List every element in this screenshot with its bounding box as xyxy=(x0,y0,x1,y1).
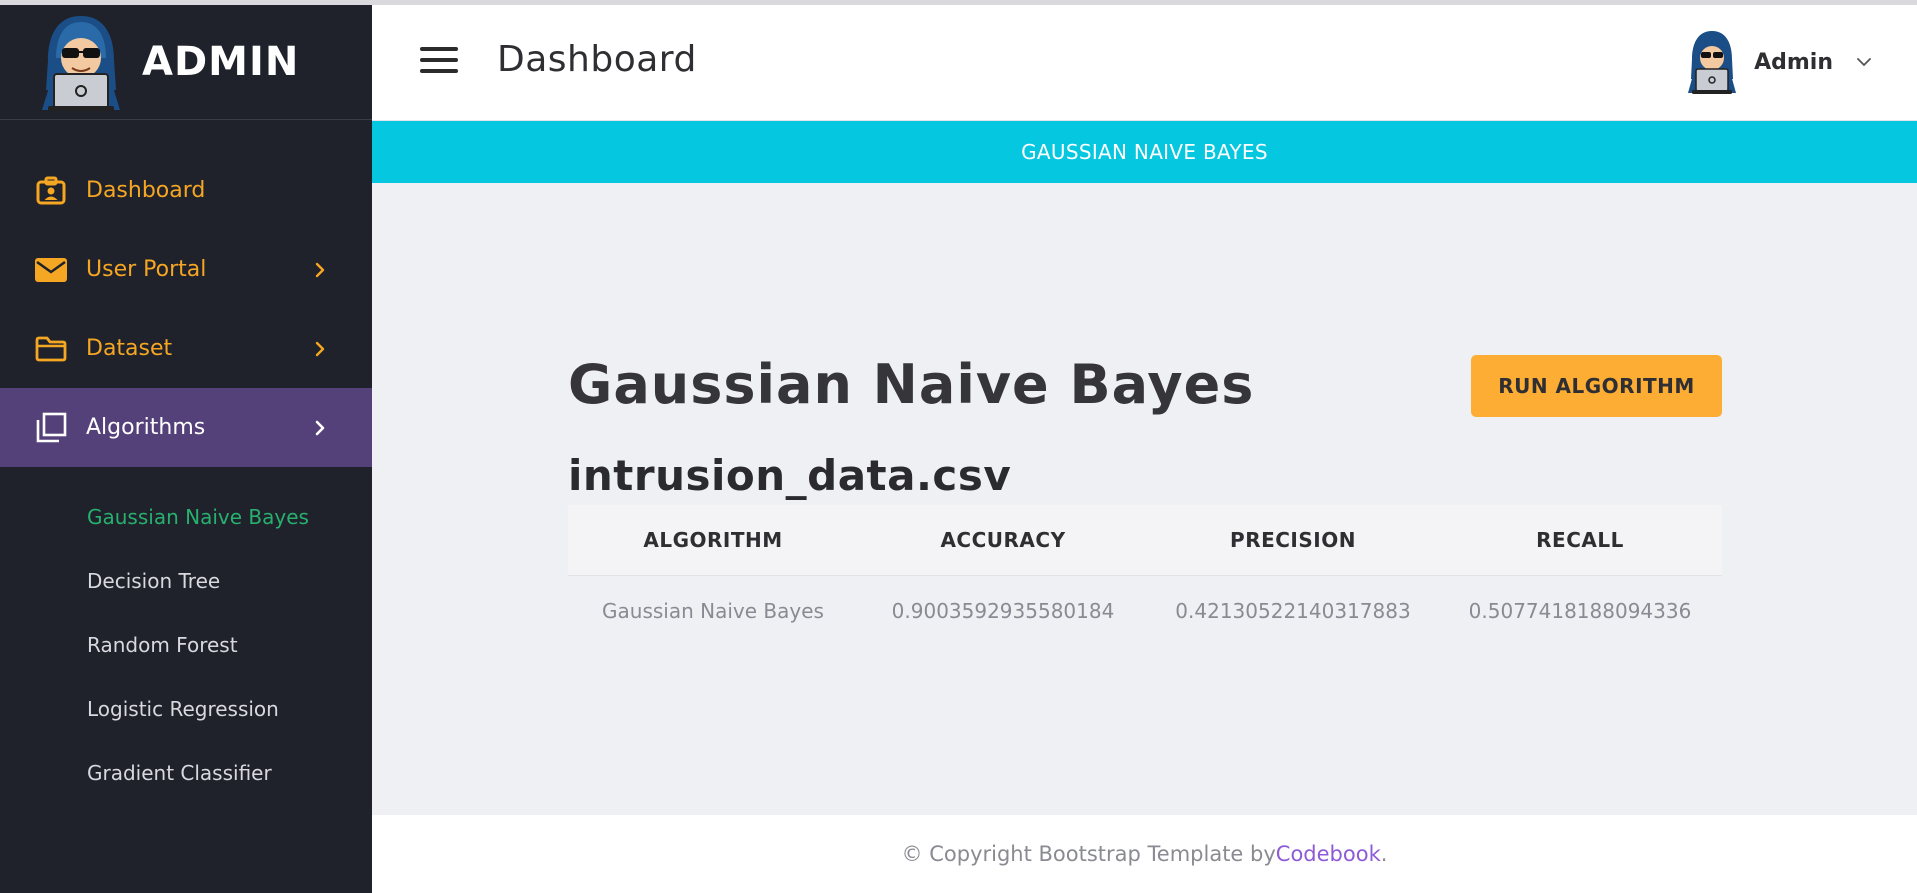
sidebar-item-dashboard[interactable]: Dashboard xyxy=(0,151,372,230)
page-title: Dashboard xyxy=(497,39,697,80)
top-header: Dashboard Admin xyxy=(372,5,1917,121)
footer-copyright: © Copyright Bootstrap Template by xyxy=(901,842,1276,866)
sidebar-subitem-logistic-regression[interactable]: Logistic Regression xyxy=(0,677,372,741)
hamburger-icon[interactable] xyxy=(420,47,458,77)
chevron-right-icon xyxy=(315,420,325,435)
table-row: Gaussian Naive Bayes 0.9003592935580184 … xyxy=(568,575,1722,647)
sidebar-menu: Dashboard User Portal Dataset Algorithms… xyxy=(0,151,372,805)
column-header-accuracy: ACCURACY xyxy=(940,527,1066,552)
copy-icon xyxy=(34,411,68,445)
user-avatar xyxy=(1688,31,1737,94)
page-banner: GAUSSIAN NAIVE BAYES xyxy=(372,121,1917,183)
user-menu[interactable]: Admin xyxy=(1684,27,1873,97)
cell-accuracy: 0.9003592935580184 xyxy=(891,599,1115,624)
sidebar-item-label: Dashboard xyxy=(86,178,206,203)
footer-suffix: . xyxy=(1380,842,1388,866)
hacker-logo-icon xyxy=(42,16,120,111)
sidebar-subitem-random-forest[interactable]: Random Forest xyxy=(0,613,372,677)
sidebar-item-algorithms[interactable]: Algorithms xyxy=(0,388,372,467)
folder-icon xyxy=(34,332,68,366)
column-header-precision: PRECISION xyxy=(1230,527,1356,552)
main-content: Gaussian Naive Bayes RUN ALGORITHM intru… xyxy=(372,183,1917,815)
algorithm-title: Gaussian Naive Bayes xyxy=(568,353,1255,416)
column-header-algorithm: ALGORITHM xyxy=(643,527,783,552)
sidebar-item-dataset[interactable]: Dataset xyxy=(0,309,372,388)
brand-title: ADMIN xyxy=(142,39,300,85)
footer-codebook-link[interactable]: Codebook xyxy=(1276,842,1381,866)
brand[interactable]: ADMIN xyxy=(0,5,372,120)
sidebar-item-label: Algorithms xyxy=(86,415,206,440)
table-header-row: ALGORITHM ACCURACY PRECISION RECALL xyxy=(568,505,1722,575)
sidebar-subitem-gradient-classifier[interactable]: Gradient Classifier xyxy=(0,741,372,805)
results-table: ALGORITHM ACCURACY PRECISION RECALL Gaus… xyxy=(568,505,1722,647)
cell-algorithm: Gaussian Naive Bayes xyxy=(602,599,824,624)
sidebar-item-label: User Portal xyxy=(86,257,207,282)
chevron-right-icon xyxy=(315,262,325,277)
sidebar-subitem-decision-tree[interactable]: Decision Tree xyxy=(0,549,372,613)
column-header-recall: RECALL xyxy=(1536,527,1624,552)
algorithms-submenu: Gaussian Naive Bayes Decision Tree Rando… xyxy=(0,467,372,805)
id-badge-icon xyxy=(34,174,68,208)
banner-text: GAUSSIAN NAIVE BAYES xyxy=(1021,140,1268,164)
cell-precision: 0.42130522140317883 xyxy=(1175,599,1411,624)
chevron-right-icon xyxy=(315,341,325,356)
sidebar-subitem-gaussian-naive-bayes[interactable]: Gaussian Naive Bayes xyxy=(0,485,372,549)
dataset-file-name: intrusion_data.csv xyxy=(568,451,1012,500)
footer: © Copyright Bootstrap Template by Codebo… xyxy=(372,815,1917,893)
envelope-icon xyxy=(34,253,68,287)
chevron-down-icon xyxy=(1857,58,1871,67)
run-algorithm-button[interactable]: RUN ALGORITHM xyxy=(1471,355,1722,417)
user-name: Admin xyxy=(1754,49,1833,75)
cell-recall: 0.5077418188094336 xyxy=(1468,599,1692,624)
sidebar-item-label: Dataset xyxy=(86,336,173,361)
sidebar: ADMIN Dashboard User Portal Dataset Algo… xyxy=(0,5,372,893)
sidebar-item-user-portal[interactable]: User Portal xyxy=(0,230,372,309)
